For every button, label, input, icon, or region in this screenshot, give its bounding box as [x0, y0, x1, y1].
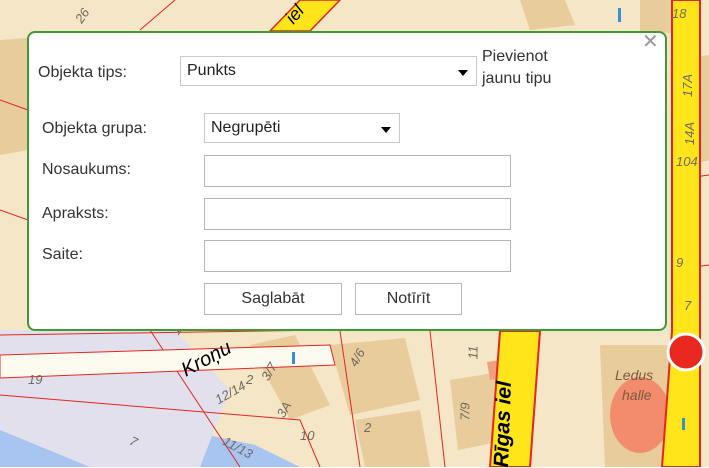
object-group-label: Objekta grupa:: [42, 120, 147, 137]
house-number: 104: [676, 154, 698, 169]
clear-button[interactable]: Notīrīt: [355, 283, 462, 315]
save-button[interactable]: Saglabāt: [204, 283, 342, 315]
object-type-select[interactable]: Punkts: [180, 56, 477, 86]
description-label: Apraksts:: [42, 205, 109, 222]
street-label-rigas: Rīgas iel: [490, 380, 517, 468]
object-group-select[interactable]: Negrupēti: [204, 113, 400, 143]
object-group-value: Negrupēti: [211, 119, 281, 136]
house-number: 2: [246, 372, 254, 387]
map-marker: [666, 332, 706, 372]
house-number: 7/9: [457, 402, 473, 421]
close-icon[interactable]: ✕: [642, 32, 659, 52]
link-label: Saite:: [42, 246, 83, 263]
house-number: 17A: [680, 73, 696, 98]
chevron-down-icon: [458, 70, 468, 76]
object-type-value: Punkts: [187, 62, 236, 79]
house-number: 7: [684, 298, 692, 313]
building-label-halle: halle: [622, 387, 652, 403]
house-number: 2: [364, 420, 372, 435]
building-label-ledus: Ledus: [615, 367, 654, 383]
house-number: 14A: [682, 121, 698, 146]
add-type-line2: jaunu tipu: [482, 70, 552, 87]
house-number: 9: [676, 255, 684, 270]
link-field[interactable]: [204, 240, 511, 272]
add-type-line1: Pievienot: [482, 48, 548, 65]
house-number: 11: [465, 345, 481, 360]
name-label: Nosaukums:: [42, 161, 131, 178]
building-block: [0, 38, 28, 155]
chevron-down-icon: [381, 127, 391, 133]
name-field[interactable]: [204, 155, 511, 187]
house-number: 19: [28, 372, 43, 387]
add-new-type-link[interactable]: Pievienot jaunu tipu: [482, 46, 551, 90]
building-block: [355, 410, 430, 467]
house-number: 18: [672, 6, 687, 21]
house-number: 10: [300, 428, 315, 443]
object-type-label: Objekta tips:: [38, 64, 127, 81]
description-field[interactable]: [204, 198, 511, 230]
